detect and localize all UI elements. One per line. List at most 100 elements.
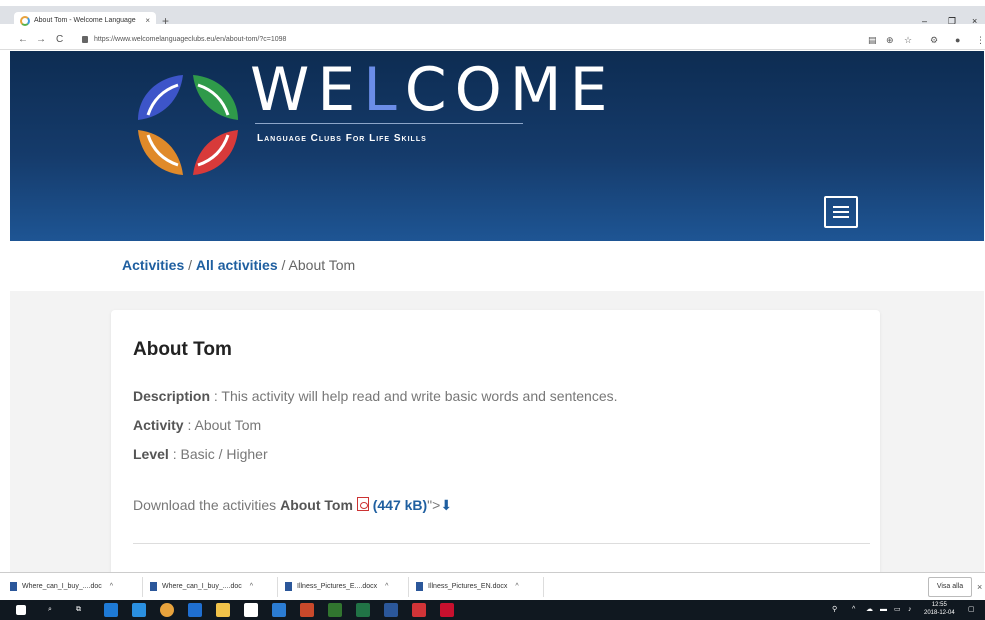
activity-row: Activity : About Tom (133, 417, 261, 433)
cloud-icon[interactable]: ☁ (866, 602, 873, 618)
clock-time: 12:55 (931, 602, 947, 608)
task-view-icon[interactable]: ⧉ (76, 602, 81, 618)
level-label: Level (133, 446, 169, 462)
minimize-button[interactable]: – (922, 12, 927, 30)
acrobat-icon[interactable] (440, 603, 454, 617)
download-item[interactable]: Illness_Pictures_EN.docx ^ (414, 577, 544, 597)
address-bar-row: ← → C https://www.welcomelanguageclubs.e… (0, 30, 985, 50)
level-row: Level : Basic / Higher (133, 446, 268, 462)
activity-value: : About Tom (183, 417, 262, 433)
download-name: About Tom (280, 497, 353, 513)
activity-card: About Tom Description : This activity wi… (111, 310, 880, 572)
download-icon[interactable]: ⬇ (440, 497, 452, 513)
onedrive-icon[interactable] (272, 603, 286, 617)
download-item-name: Where_can_I_buy_....doc (22, 583, 102, 590)
windows-taskbar: ⌕ ⧉ ⚲ ^ ☁ ▬ ▭ ♪ 12:55 2018-12-04 ▢ (0, 600, 985, 620)
activity-label: Activity (133, 417, 184, 433)
forward-icon[interactable]: → (36, 32, 46, 48)
download-size-link[interactable]: (447 kB) (373, 497, 427, 513)
new-tab-button[interactable]: + (162, 12, 169, 30)
chrome-icon[interactable] (160, 603, 174, 617)
pdf-icon[interactable] (356, 497, 369, 511)
battery-icon[interactable]: ▬ (880, 602, 887, 618)
window-close-button[interactable]: × (972, 12, 977, 30)
tab-title: About Tom - Welcome Language (34, 17, 136, 24)
edge-icon[interactable] (104, 603, 118, 617)
windows-start-icon[interactable] (16, 605, 26, 615)
internet-explorer-icon[interactable] (132, 603, 146, 617)
breadcrumb-bar: Activities / All activities / About Tom (10, 241, 984, 291)
breadcrumb: Activities / All activities / About Tom (122, 257, 355, 273)
download-item[interactable]: Where_can_I_buy_....doc ^ (148, 577, 278, 597)
lock-icon (82, 36, 88, 43)
brand-part-l: L (363, 55, 405, 125)
page-title: About Tom (133, 339, 232, 360)
account-icon[interactable]: ● (955, 32, 960, 48)
hamburger-bar (833, 211, 849, 213)
reload-icon[interactable]: C (56, 32, 63, 48)
download-item-name: Illness_Pictures_E....docx (297, 583, 378, 590)
brand-wordmark[interactable]: WELCOME (250, 55, 616, 125)
close-shelf-icon[interactable]: × (977, 577, 982, 597)
breadcrumb-activities[interactable]: Activities (122, 257, 184, 273)
tab-close-icon[interactable]: × (145, 12, 150, 30)
site-header: WELCOME Language Clubs For Life Skills (10, 51, 984, 241)
word-file-icon (285, 582, 292, 591)
project-icon[interactable] (328, 603, 342, 617)
system-clock[interactable]: 12:55 2018-12-04 (924, 601, 955, 617)
download-item-name: Illness_Pictures_EN.docx (428, 583, 508, 590)
brand-part-we: WE (250, 55, 364, 125)
url-field[interactable]: https://www.welcomelanguageclubs.eu/en/a… (80, 32, 870, 48)
chevron-up-icon[interactable]: ^ (515, 583, 518, 590)
word-icon[interactable] (384, 603, 398, 617)
breadcrumb-all-activities[interactable]: All activities (196, 257, 278, 273)
security-icon[interactable] (412, 603, 426, 617)
show-all-button[interactable]: Visa alla (928, 577, 972, 597)
tagline: Language Clubs For Life Skills (257, 133, 427, 144)
level-value: : Basic / Higher (168, 446, 268, 462)
description-value: : This activity will help read and write… (210, 388, 618, 404)
description-row: Description : This activity will help re… (133, 388, 618, 404)
restore-button[interactable]: ❐ (948, 12, 956, 30)
welcome-logo[interactable] (128, 65, 248, 185)
store-icon[interactable] (244, 603, 258, 617)
browser-tab[interactable]: About Tom - Welcome Language × (14, 12, 156, 30)
excel-icon[interactable] (356, 603, 370, 617)
tray-chevron-up-icon[interactable]: ^ (852, 602, 855, 618)
chevron-up-icon[interactable]: ^ (250, 583, 253, 590)
hamburger-menu-button[interactable] (824, 196, 858, 228)
card-divider (133, 543, 870, 544)
translate-icon[interactable]: ▤ (868, 32, 877, 48)
browser-tab-strip: About Tom - Welcome Language × + – ❐ × (0, 0, 985, 30)
web-page: WELCOME Language Clubs For Life Skills A… (10, 51, 984, 572)
notification-icon[interactable]: ▢ (968, 602, 975, 618)
menu-kebab-icon[interactable]: ⋮ (976, 32, 985, 48)
download-item[interactable]: Where_can_I_buy_....doc ^ (8, 577, 143, 597)
tagline-divider (255, 123, 523, 124)
download-suffix: "> (427, 497, 441, 513)
download-item[interactable]: Illness_Pictures_E....docx ^ (283, 577, 409, 597)
back-icon[interactable]: ← (18, 32, 28, 48)
extension-icon[interactable]: ⚙ (930, 32, 938, 48)
outlook-icon[interactable] (188, 603, 202, 617)
url-text: https://www.welcomelanguageclubs.eu/en/a… (94, 36, 287, 43)
zoom-icon[interactable]: ⊕ (886, 32, 894, 48)
bookmark-star-icon[interactable]: ☆ (904, 32, 912, 48)
download-prefix: Download the activities (133, 497, 281, 513)
breadcrumb-separator: / (277, 257, 289, 273)
brand-part-come: COME (404, 55, 616, 125)
volume-icon[interactable]: ♪ (908, 602, 912, 618)
chevron-up-icon[interactable]: ^ (385, 583, 388, 590)
download-row: Download the activities About Tom (447 k… (133, 497, 452, 514)
hamburger-bar (833, 216, 849, 218)
search-icon[interactable]: ⌕ (48, 602, 52, 618)
site-favicon-icon (20, 16, 30, 26)
powerpoint-icon[interactable] (300, 603, 314, 617)
word-file-icon (416, 582, 423, 591)
clock-date: 2018-12-04 (924, 610, 955, 616)
file-explorer-icon[interactable] (216, 603, 230, 617)
network-icon[interactable]: ▭ (894, 602, 901, 618)
breadcrumb-current: About Tom (288, 257, 356, 273)
chevron-up-icon[interactable]: ^ (110, 583, 113, 590)
people-icon[interactable]: ⚲ (832, 602, 837, 618)
